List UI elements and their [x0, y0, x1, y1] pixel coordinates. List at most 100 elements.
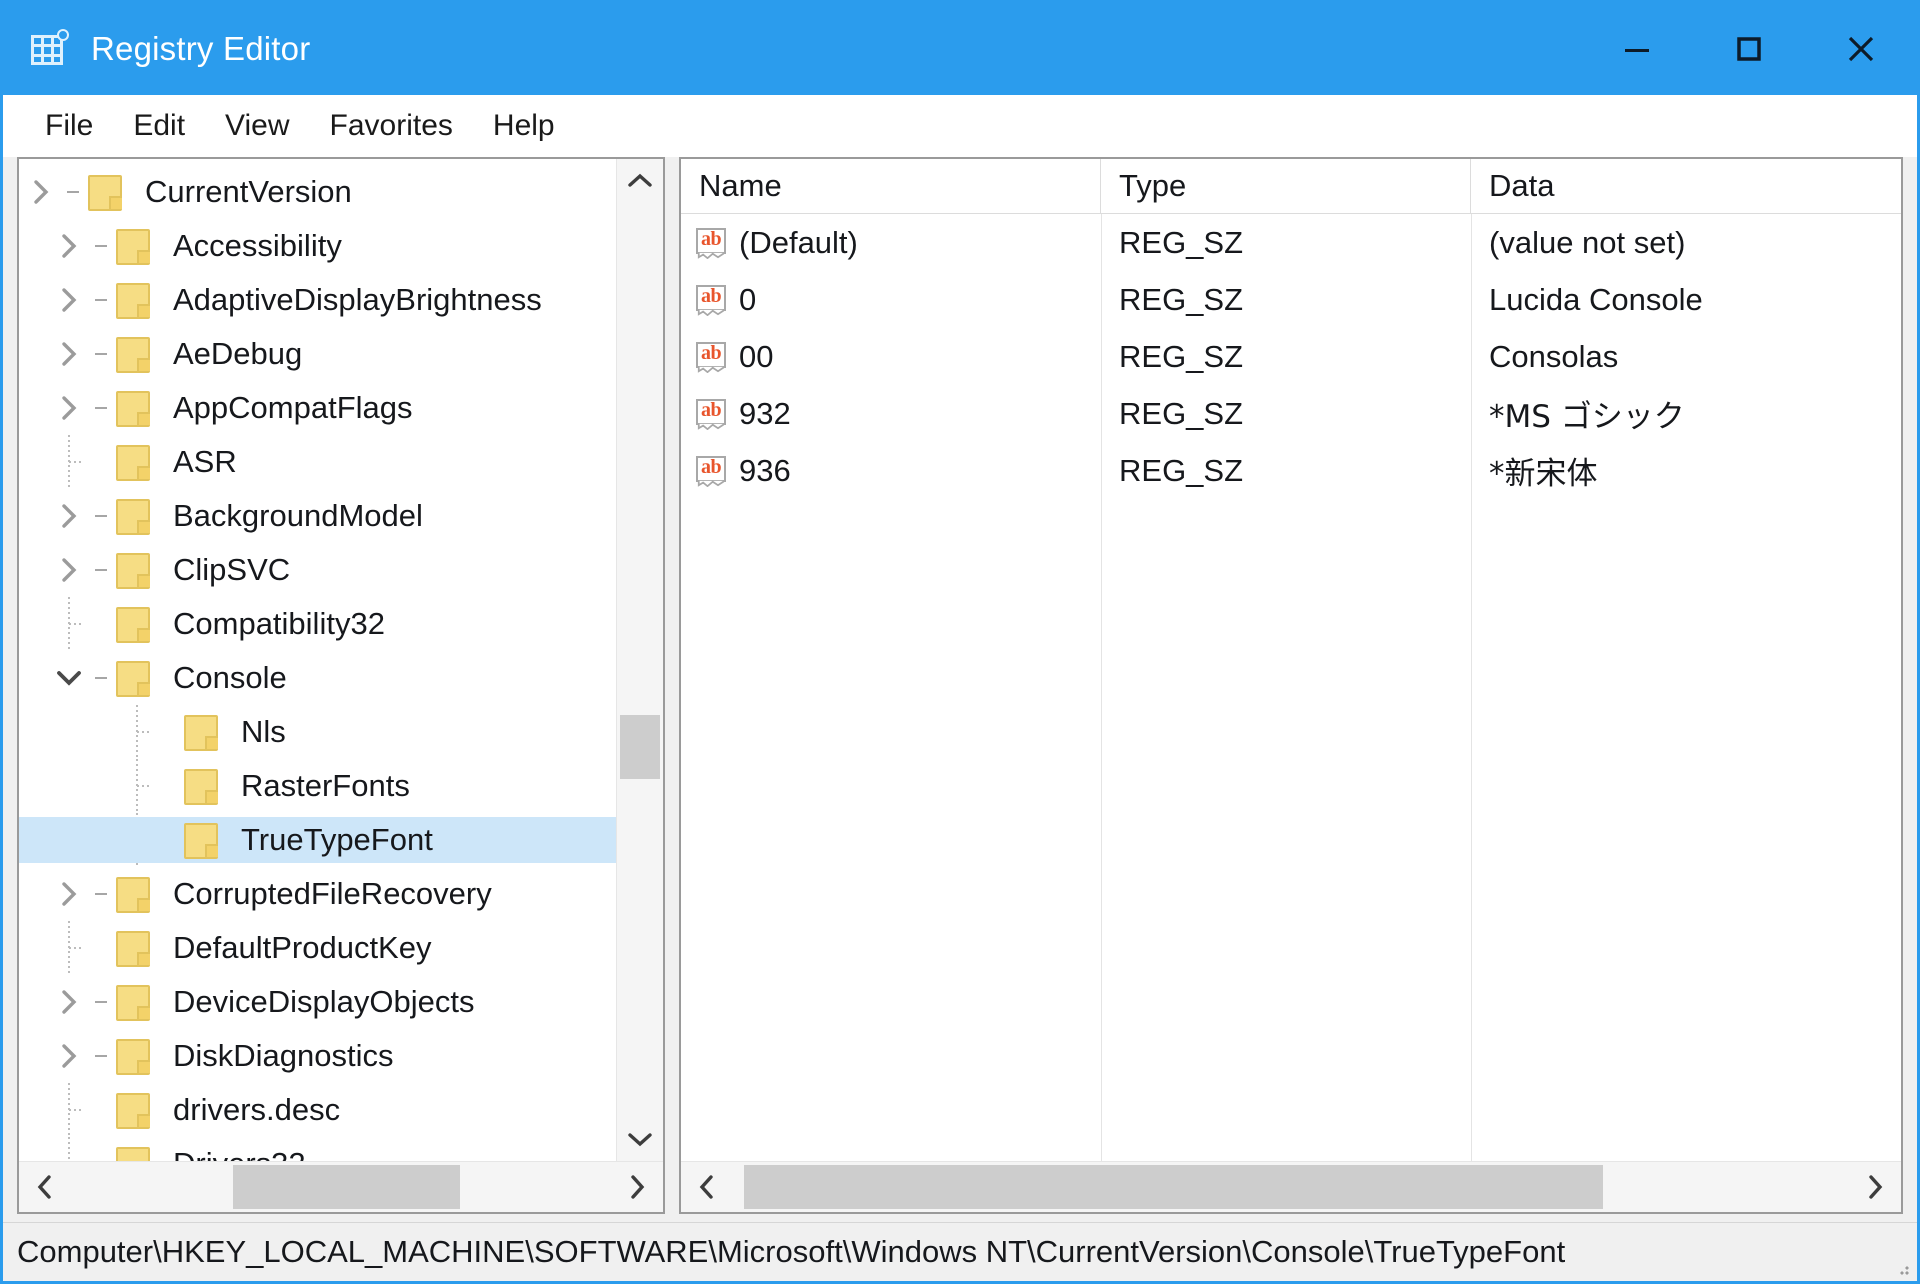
value-name-text: 00: [739, 338, 774, 374]
scroll-down-button[interactable]: [617, 1117, 663, 1161]
tree-item-defaultproductkey[interactable]: DefaultProductKey: [19, 921, 616, 975]
tree-item-drivers-desc[interactable]: drivers.desc: [19, 1083, 616, 1137]
tree-connector: [91, 1137, 113, 1161]
string-value-icon: ab: [695, 454, 729, 488]
value-name-cell: ab 00: [681, 328, 1101, 385]
tree-horizontal-scrollbar[interactable]: [19, 1161, 663, 1212]
tree-item-diskdiagnostics[interactable]: DiskDiagnostics: [19, 1029, 616, 1083]
tree-item-label: DiskDiagnostics: [173, 1037, 394, 1073]
window-controls: [1581, 3, 1917, 95]
menu-help[interactable]: Help: [473, 105, 575, 147]
tree-item-nls[interactable]: Nls: [19, 705, 616, 759]
chevron-right-icon[interactable]: [47, 543, 91, 597]
tree-item-currentversion[interactable]: CurrentVersion: [19, 165, 616, 219]
value-type-cell: REG_SZ: [1119, 338, 1244, 374]
tree-guide: [47, 921, 91, 975]
tree-connector: [91, 219, 113, 273]
registry-editor-window: Registry Editor File Edit View Favorites…: [0, 0, 1920, 1284]
tree-connector: [91, 435, 113, 489]
value-type-cell: REG_SZ: [1119, 281, 1244, 317]
value-row[interactable]: ab (Default) REG_SZ (value not set): [681, 214, 1901, 271]
minimize-button[interactable]: [1581, 3, 1693, 95]
chevron-right-icon[interactable]: [47, 867, 91, 921]
title-bar: Registry Editor: [3, 3, 1917, 95]
string-value-icon: ab: [695, 226, 729, 260]
folder-icon: [113, 1091, 155, 1129]
menu-file[interactable]: File: [25, 105, 113, 147]
menu-favorites[interactable]: Favorites: [310, 105, 473, 147]
string-value-icon: ab: [695, 283, 729, 317]
chevron-right-icon[interactable]: [47, 1029, 91, 1083]
tree-item-corruptedfilerecovery[interactable]: CorruptedFileRecovery: [19, 867, 616, 921]
chevron-right-icon[interactable]: [19, 165, 63, 219]
chevron-right-icon[interactable]: [47, 381, 91, 435]
scroll-thumb[interactable]: [744, 1165, 1604, 1209]
value-row[interactable]: ab 936 REG_SZ *新宋体: [681, 442, 1901, 499]
tree-item-appcompatflags[interactable]: AppCompatFlags: [19, 381, 616, 435]
tree-item-devicedisplayobjects[interactable]: DeviceDisplayObjects: [19, 975, 616, 1029]
registry-tree[interactable]: CurrentVersion Accessibility AdaptiveDispl…: [19, 159, 616, 1161]
value-row[interactable]: ab 932 REG_SZ *MS ゴシック: [681, 385, 1901, 442]
scroll-up-button[interactable]: [617, 159, 663, 203]
tree-guide: [47, 597, 91, 651]
scroll-thumb[interactable]: [233, 1165, 460, 1209]
value-row[interactable]: ab 00 REG_SZ Consolas: [681, 328, 1901, 385]
tree-item-rasterfonts[interactable]: RasterFonts: [19, 759, 616, 813]
tree-item-clipsvc[interactable]: ClipSVC: [19, 543, 616, 597]
close-button[interactable]: [1805, 3, 1917, 95]
tree-item-accessibility[interactable]: Accessibility: [19, 219, 616, 273]
chevron-right-icon[interactable]: [47, 489, 91, 543]
tree-item-asr[interactable]: ASR: [19, 435, 616, 489]
folder-icon: [113, 983, 155, 1021]
chevron-right-icon[interactable]: [47, 273, 91, 327]
maximize-button[interactable]: [1693, 3, 1805, 95]
scroll-track[interactable]: [733, 1162, 1849, 1212]
folder-icon: [113, 281, 155, 319]
tree-item-compatibility32[interactable]: Compatibility32: [19, 597, 616, 651]
tree-item-backgroundmodel[interactable]: BackgroundModel: [19, 489, 616, 543]
scroll-left-button[interactable]: [19, 1162, 71, 1212]
resize-grip-icon[interactable]: [1893, 1259, 1911, 1277]
menu-edit[interactable]: Edit: [113, 105, 205, 147]
folder-icon: [113, 1145, 155, 1161]
chevron-right-icon[interactable]: [47, 975, 91, 1029]
column-header-type[interactable]: Type: [1101, 159, 1471, 213]
chevron-right-icon[interactable]: [47, 219, 91, 273]
value-data-cell: *新宋体: [1489, 456, 1598, 492]
chevron-down-icon[interactable]: [47, 651, 91, 705]
scroll-right-button[interactable]: [611, 1162, 663, 1212]
value-row[interactable]: ab 0 REG_SZ Lucida Console: [681, 271, 1901, 328]
scroll-right-button[interactable]: [1849, 1162, 1901, 1212]
scroll-track[interactable]: [617, 203, 663, 1117]
tree-item-label: DeviceDisplayObjects: [173, 983, 475, 1019]
tree-vertical-scrollbar[interactable]: [616, 159, 663, 1161]
tree-item-aedebug[interactable]: AeDebug: [19, 327, 616, 381]
content-area: CurrentVersion Accessibility AdaptiveDispl…: [3, 157, 1917, 1214]
folder-icon: [113, 227, 155, 265]
values-horizontal-scrollbar[interactable]: [681, 1161, 1901, 1212]
tree-item-label: RasterFonts: [241, 767, 410, 803]
scroll-left-button[interactable]: [681, 1162, 733, 1212]
tree-guide: [47, 435, 91, 489]
values-list[interactable]: ab (Default) REG_SZ (value not set) ab 0 REG_S…: [681, 214, 1901, 1161]
column-header-data[interactable]: Data: [1471, 159, 1901, 213]
values-column-headers: Name Type Data: [681, 159, 1901, 214]
menu-view[interactable]: View: [205, 105, 309, 147]
tree-item-label: Drivers32: [169, 1146, 316, 1162]
tree-item-truetypefont[interactable]: TrueTypeFont: [19, 813, 616, 867]
chevron-right-icon: [631, 1175, 645, 1199]
folder-icon: [113, 389, 155, 427]
scroll-track[interactable]: [71, 1162, 611, 1212]
scroll-thumb[interactable]: [620, 714, 660, 779]
tree-item-console[interactable]: Console: [19, 651, 616, 705]
registry-values-pane: Name Type Data ab (Default) REG_SZ (value n…: [679, 157, 1903, 1214]
string-value-icon: ab: [695, 340, 729, 374]
registry-grid-icon: [29, 29, 69, 69]
value-name-cell: ab 932: [681, 385, 1101, 442]
tree-connector: [159, 705, 181, 759]
column-header-name[interactable]: Name: [681, 159, 1101, 213]
tree-item-label: AdaptiveDisplayBrightness: [173, 281, 542, 317]
tree-item-drivers32[interactable]: Drivers32: [19, 1137, 616, 1161]
chevron-right-icon[interactable]: [47, 327, 91, 381]
tree-item-adaptivedisplaybrightness[interactable]: AdaptiveDisplayBrightness: [19, 273, 616, 327]
